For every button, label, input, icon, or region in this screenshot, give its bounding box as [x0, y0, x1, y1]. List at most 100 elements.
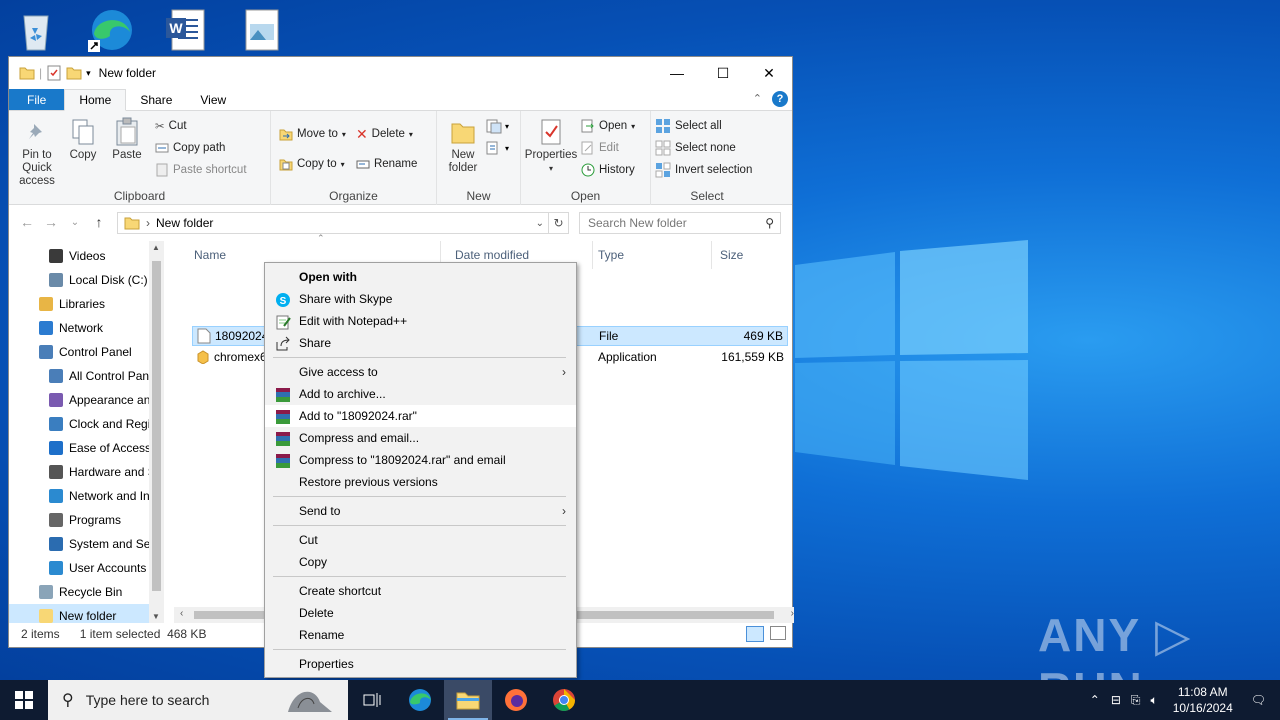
edit-button[interactable]: Edit [581, 137, 635, 159]
nav-item[interactable]: Network and Internet [9, 484, 164, 508]
taskbar-chrome[interactable] [540, 680, 588, 720]
scroll-right-icon[interactable]: › [791, 608, 794, 619]
task-view-button[interactable] [348, 680, 396, 720]
select-none-button[interactable]: Select none [655, 137, 759, 159]
menu-properties[interactable]: Properties [265, 653, 576, 675]
nav-item[interactable]: Recycle Bin [9, 580, 164, 604]
menu-compress-rar-email[interactable]: Compress to "18092024.rar" and email [265, 449, 576, 471]
menu-share[interactable]: Share [265, 332, 576, 354]
menu-share-skype[interactable]: S Share with Skype [265, 288, 576, 310]
title-bar[interactable]: | ▾ New folder — ☐ ✕ [9, 57, 792, 89]
recycle-bin-icon[interactable] [12, 6, 60, 54]
network-status-icon[interactable]: ⊟ [1106, 693, 1126, 707]
nav-item[interactable]: Hardware and Sound [9, 460, 164, 484]
scroll-left-icon[interactable]: ‹ [180, 608, 183, 619]
start-button[interactable] [0, 680, 48, 720]
nav-item[interactable]: Local Disk (C:) [9, 268, 164, 292]
large-icons-view-icon[interactable] [770, 626, 786, 640]
collapse-ribbon-icon[interactable]: ⌃ [753, 92, 762, 105]
menu-copy[interactable]: Copy [265, 551, 576, 573]
address-bar[interactable]: › New folder ⌄ [117, 212, 549, 234]
help-icon[interactable]: ? [772, 91, 788, 107]
easy-access-icon[interactable]: ▾ [485, 141, 511, 157]
cut-button[interactable]: ✂ Cut [155, 115, 247, 137]
menu-edit-notepad[interactable]: Edit with Notepad++ [265, 310, 576, 332]
nav-item[interactable]: Programs [9, 508, 164, 532]
customize-toolbar-icon[interactable]: ▾ [86, 68, 91, 79]
menu-send-to[interactable]: Send to › [265, 500, 576, 522]
edge-icon[interactable] [86, 6, 134, 54]
new-folder-button[interactable]: New folder [441, 115, 485, 175]
copy-button[interactable]: Copy [61, 115, 105, 188]
show-hidden-icons-icon[interactable]: ⌃ [1084, 693, 1106, 707]
nav-item[interactable]: All Control Panel Items [9, 364, 164, 388]
menu-cut[interactable]: Cut [265, 529, 576, 551]
menu-delete[interactable]: Delete [265, 602, 576, 624]
clock[interactable]: 11:08 AM 10/16/2024 [1163, 684, 1243, 716]
nav-item[interactable]: Ease of Access [9, 436, 164, 460]
column-size[interactable]: Size [712, 241, 792, 269]
column-type[interactable]: Type [590, 241, 712, 269]
taskbar-firefox[interactable] [492, 680, 540, 720]
volume-icon[interactable]: 🔈︎ [1146, 693, 1163, 708]
maximize-button[interactable]: ☐ [700, 57, 746, 89]
history-button[interactable]: History [581, 159, 635, 181]
image-file-icon[interactable] [238, 6, 286, 54]
nav-item[interactable]: Clock and Region [9, 412, 164, 436]
select-all-button[interactable]: Select all [655, 115, 759, 137]
new-item-icon[interactable]: ▾ [485, 119, 511, 135]
scroll-up-icon[interactable]: ▲ [152, 243, 160, 252]
new-folder-icon[interactable] [66, 66, 82, 80]
notifications-icon[interactable]: 🗨︎ [1243, 693, 1280, 707]
menu-add-rar[interactable]: Add to "18092024.rar" [265, 405, 576, 427]
navigation-scrollbar[interactable]: ▲ ▼ [149, 241, 164, 623]
search-input[interactable]: Search New folder ⚲ [579, 212, 781, 234]
menu-rename[interactable]: Rename [265, 624, 576, 646]
refresh-icon[interactable]: ↻ [549, 212, 569, 234]
network-icon[interactable]: ⎘ [1126, 693, 1146, 708]
pin-quick-access-button[interactable]: Pin to Quick access [13, 115, 61, 188]
paste-shortcut-button[interactable]: Paste shortcut [155, 159, 247, 181]
nav-item[interactable]: System and Security [9, 532, 164, 556]
menu-give-access[interactable]: Give access to › [265, 361, 576, 383]
menu-compress-email[interactable]: Compress and email... [265, 427, 576, 449]
properties-icon[interactable] [46, 65, 62, 81]
delete-button[interactable]: ✕ Delete ▾ [356, 123, 417, 145]
nav-item[interactable]: User Accounts [9, 556, 164, 580]
recent-locations-icon[interactable]: ⌄ [63, 217, 87, 228]
open-button[interactable]: Open ▾ [581, 115, 635, 137]
scroll-thumb[interactable] [152, 261, 161, 591]
scroll-down-icon[interactable]: ▼ [152, 612, 160, 621]
back-arrow-icon[interactable]: ← [15, 214, 39, 230]
tab-share[interactable]: Share [126, 89, 186, 110]
nav-item[interactable]: Libraries [9, 292, 164, 316]
taskbar-search[interactable]: ⚲ Type here to search [48, 680, 348, 720]
nav-item[interactable]: Network [9, 316, 164, 340]
tab-home[interactable]: Home [64, 89, 127, 111]
close-button[interactable]: ✕ [746, 57, 792, 89]
properties-button[interactable]: Properties ▾ [525, 115, 577, 181]
invert-selection-button[interactable]: Invert selection [655, 159, 759, 181]
menu-restore-versions[interactable]: Restore previous versions [265, 471, 576, 493]
move-to-button[interactable]: Move to ▾ [279, 123, 346, 145]
forward-arrow-icon[interactable]: → [39, 214, 63, 230]
minimize-button[interactable]: — [654, 57, 700, 89]
rename-button[interactable]: Rename [356, 153, 417, 175]
details-view-icon[interactable] [746, 626, 764, 642]
up-arrow-icon[interactable]: ↑ [87, 214, 111, 230]
tab-view[interactable]: View [186, 89, 240, 110]
nav-item[interactable]: Videos [9, 244, 164, 268]
taskbar-file-explorer[interactable] [444, 680, 492, 720]
nav-item[interactable]: Control Panel [9, 340, 164, 364]
taskbar-edge[interactable] [396, 680, 444, 720]
breadcrumb[interactable]: New folder [156, 216, 213, 230]
menu-add-archive[interactable]: Add to archive... [265, 383, 576, 405]
tab-file[interactable]: File [9, 89, 65, 110]
word-document-icon[interactable]: W [162, 6, 210, 54]
paste-button[interactable]: Paste [105, 115, 149, 188]
menu-create-shortcut[interactable]: Create shortcut [265, 580, 576, 602]
nav-item[interactable]: Appearance and Personalization [9, 388, 164, 412]
copy-to-button[interactable]: Copy to ▾ [279, 153, 346, 175]
address-dropdown-icon[interactable]: ⌄ [536, 218, 544, 229]
copy-path-button[interactable]: Copy path [155, 137, 247, 159]
